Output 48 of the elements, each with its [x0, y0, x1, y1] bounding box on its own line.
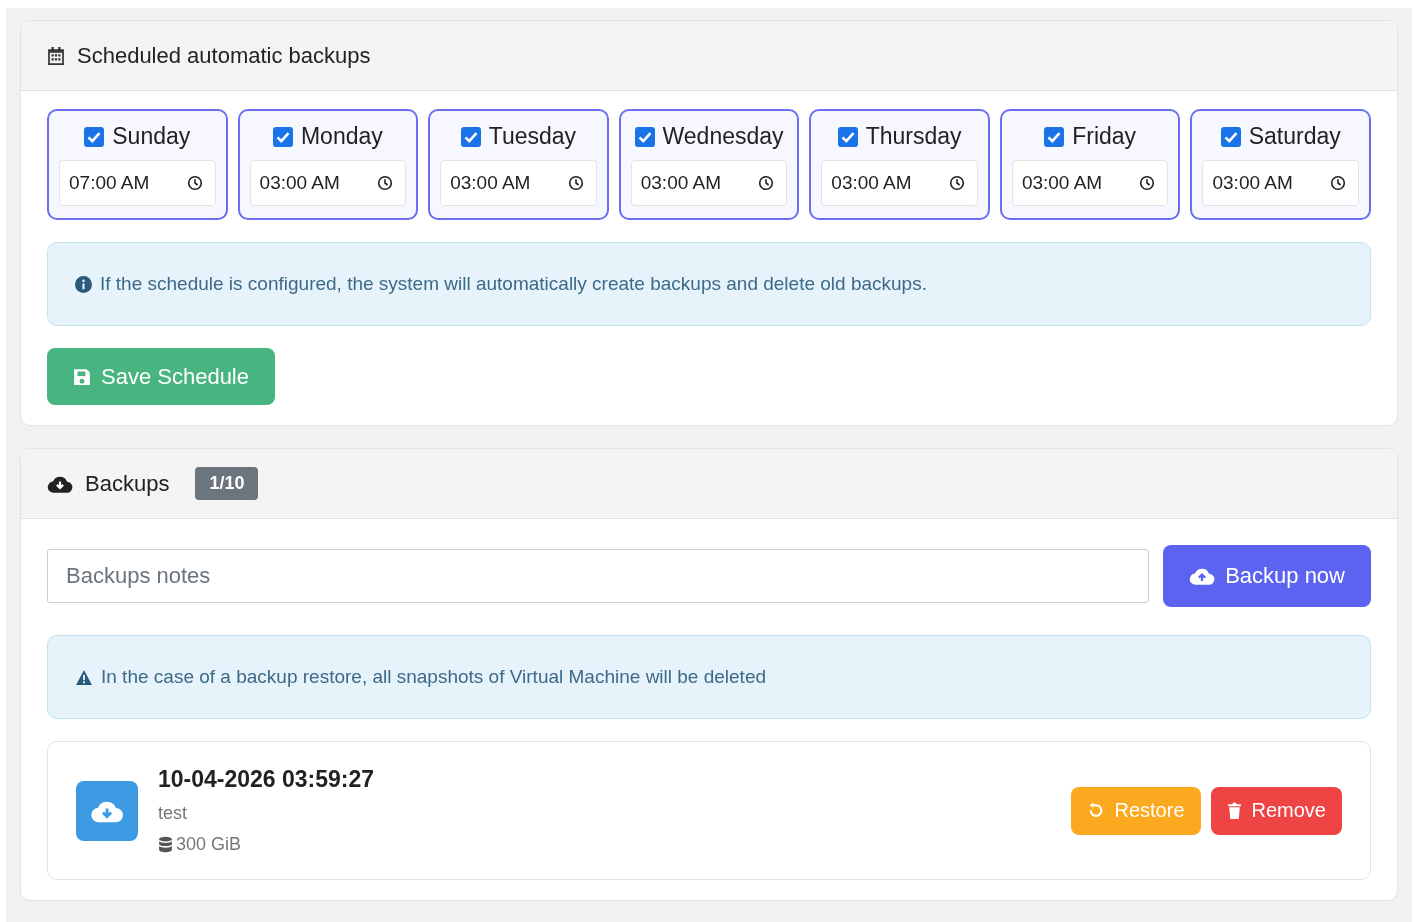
undo-icon — [1087, 802, 1105, 819]
time-field[interactable]: 07:00 AM — [59, 160, 216, 206]
day-label: Saturday — [1248, 123, 1341, 150]
time-field[interactable]: 03:00 AM — [440, 160, 597, 206]
trash-icon — [1226, 802, 1242, 819]
backup-size: 300 GiB — [176, 834, 242, 855]
clock-icon — [567, 175, 584, 191]
clock-icon — [1330, 175, 1347, 191]
checkbox[interactable] — [837, 126, 858, 147]
checkbox[interactable] — [1044, 126, 1065, 147]
day-label: Wednesday — [662, 123, 784, 150]
database-icon — [158, 836, 173, 853]
clock-icon — [948, 175, 965, 191]
backup-now-button[interactable]: Backup now — [1163, 545, 1371, 607]
checkbox[interactable] — [1220, 126, 1241, 147]
clock-icon — [758, 175, 775, 191]
checkbox[interactable] — [634, 126, 655, 147]
backup-date: 10-04-2026 03:59:27 — [158, 766, 376, 793]
clock-icon — [1139, 175, 1156, 191]
info-text: If the schedule is configured, the system will automatically create backups and delete old backups. — [100, 273, 927, 295]
info-icon — [75, 275, 92, 293]
time-field[interactable]: 03:00 AM — [630, 160, 788, 206]
save-icon — [73, 367, 91, 386]
time-field[interactable]: 03:00 AM — [1202, 160, 1360, 206]
backup-note: test — [158, 803, 188, 824]
day-label: Sunday — [112, 123, 191, 150]
notes-field[interactable]: Backups notes — [47, 549, 1150, 603]
day-label: Tuesday — [488, 123, 577, 150]
calendar-icon — [47, 46, 65, 65]
checkbox[interactable] — [272, 126, 293, 147]
cloud-upload-icon — [1189, 566, 1216, 586]
clock-icon — [377, 175, 394, 191]
warning-text: In the case of a backup restore, all snapshots of Virtual Machine will be deleted — [101, 666, 767, 688]
checkbox[interactable] — [460, 126, 481, 147]
day-label: Friday — [1072, 123, 1137, 150]
card-title: Scheduled automatic backups — [77, 42, 371, 69]
day-label: Thursday — [865, 123, 962, 150]
time-field[interactable]: 03:00 AM — [821, 160, 978, 206]
day-label: Monday — [300, 123, 383, 150]
time-field[interactable]: 03:00 AM — [249, 160, 407, 206]
checkbox[interactable] — [84, 126, 105, 147]
clock-icon — [186, 175, 203, 191]
cloud-download-icon — [76, 780, 138, 841]
count-badge: 1/10 — [195, 467, 259, 500]
remove-button[interactable]: Remove — [1210, 786, 1342, 835]
warning-icon — [75, 668, 93, 686]
card-title: Backups — [85, 470, 170, 497]
time-field[interactable]: 03:00 AM — [1011, 160, 1169, 206]
